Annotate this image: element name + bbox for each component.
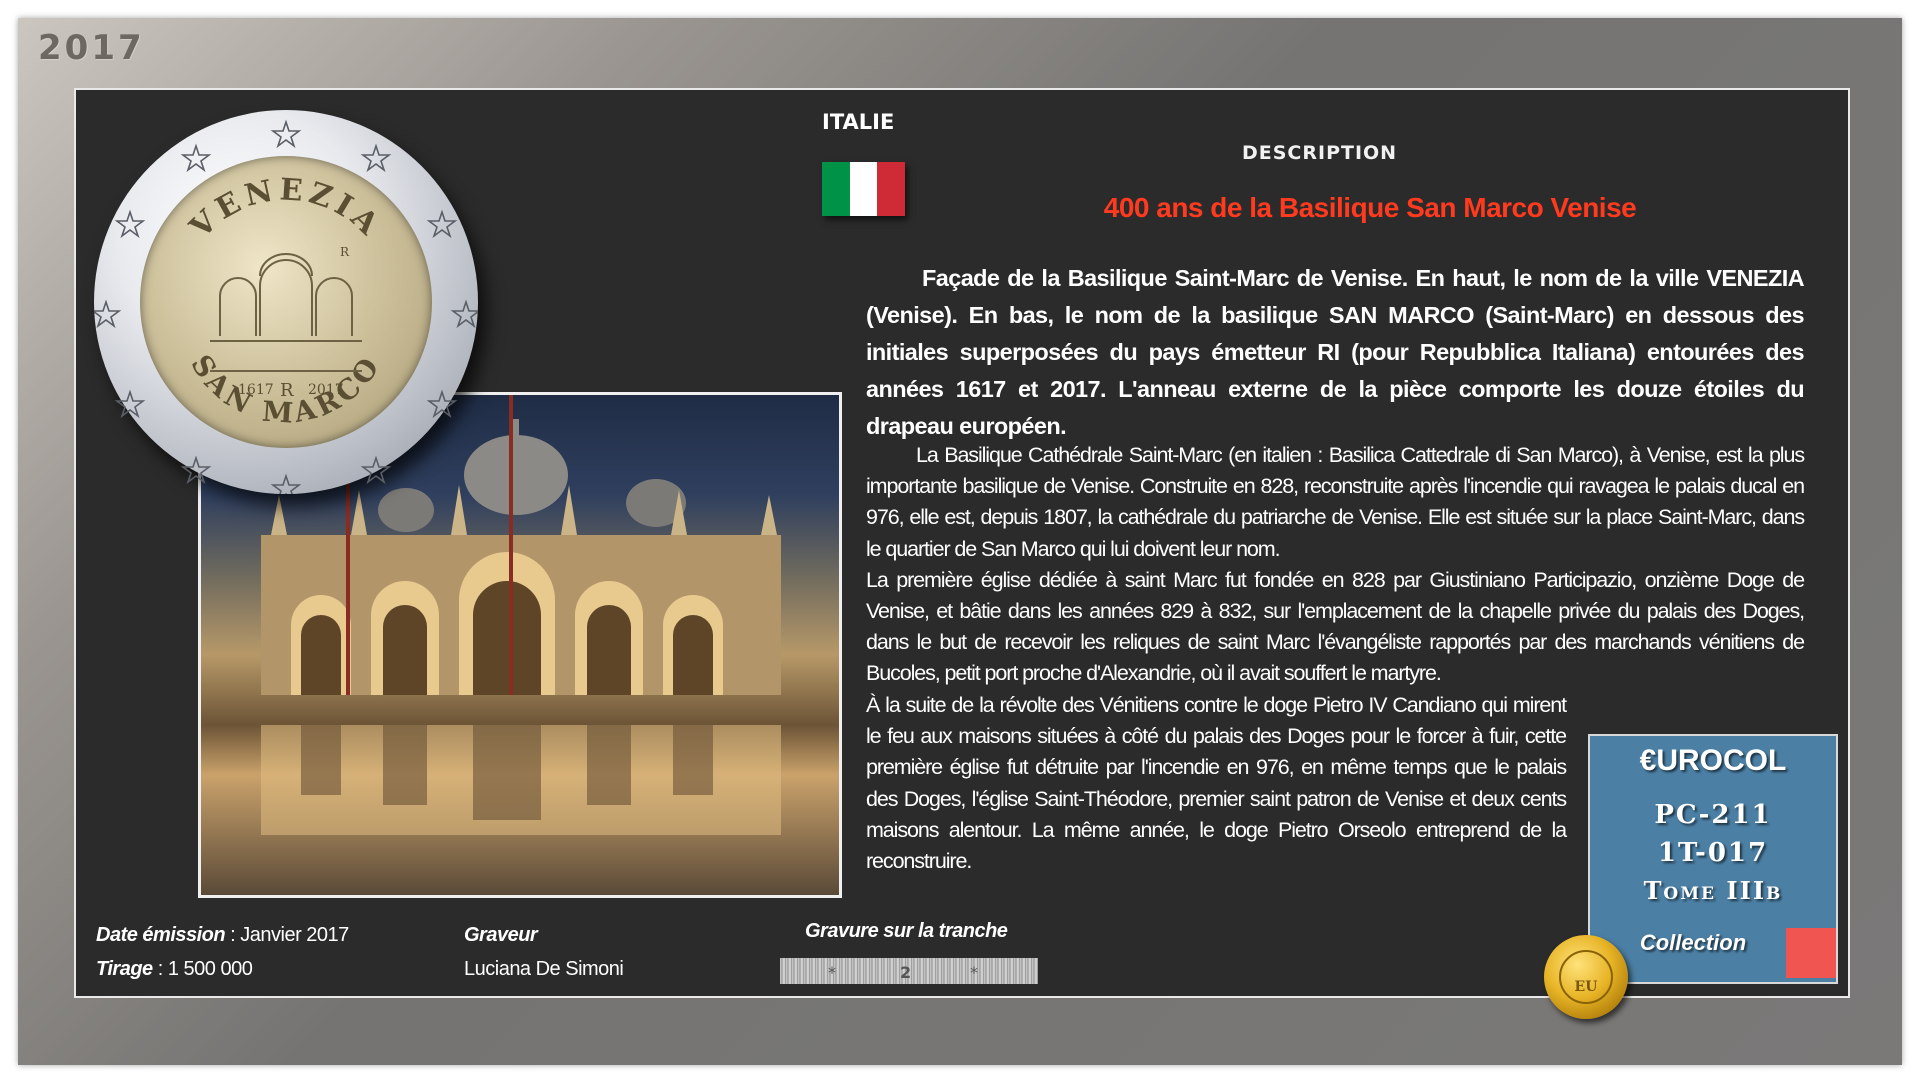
year-label: 2017 [38,28,145,68]
svg-text:2: 2 [900,963,911,982]
svg-text:VENEZIA: VENEZIA [183,172,389,246]
description-heading: DESCRIPTION [1242,142,1398,164]
coin-monogram: R [280,380,294,401]
date-label-text: Date émission [96,924,226,946]
coin-year-left: 1617 [238,382,274,398]
brand-label: €UROCOL [1639,744,1787,777]
coin-description: Façade de la Basilique Saint-Marc de Ven… [866,265,1805,439]
tirage-value: 1 500 000 [167,958,253,980]
date-label: Date émission : Janvier 2017 [96,924,349,946]
country-label: ITALIE [822,110,895,134]
coin-year-right: 2017 [308,382,344,398]
svg-text:*: * [828,963,836,982]
coin-center: VENEZIA SAN MARCO 1617 2017 R R [140,156,432,448]
edge-engraving-strip: * 2 * [780,958,1038,984]
euro-coin: VENEZIA SAN MARCO 1617 2017 R R [94,110,478,494]
coin-top-text: VENEZIA [183,172,384,246]
tome-label: Tome IIIb [1643,876,1783,905]
coin-mint-mark: R [340,245,350,259]
collection-marker [1786,928,1836,978]
wax-seal-icon: EU [1544,935,1628,1019]
seal-text: EU [1575,979,1598,995]
coin-engraving: VENEZIA SAN MARCO 1617 2017 R R [183,172,389,430]
svg-text:*: * [970,963,978,982]
code-1: PC-211 [1654,800,1772,830]
page-title: 400 ans de la Basilique San Marco Venise [1103,192,1637,223]
italy-flag [822,162,906,216]
graveur-value: Luciana De Simoni [464,958,624,980]
graveur-label: Graveur [464,924,538,946]
tirage-label-text: Tirage [96,958,153,980]
history-paragraph-2: La première église dédiée à saint Marc f… [866,567,1805,686]
tirage-label: Tirage : 1 500 000 [96,958,253,980]
tranche-label: Gravure sur la tranche [805,920,1008,942]
date-value: Janvier 2017 [240,924,349,946]
edge-stars-icon: * 2 * [828,963,978,982]
history-paragraph-3: À la suite de la révolte des Vénitiens c… [866,693,1567,874]
history-text: La Basilique Cathédrale Saint-Marc (en i… [866,440,1805,690]
code-2: 1T-017 [1657,838,1769,868]
history-paragraph-1: La Basilique Cathédrale Saint-Marc (en i… [866,443,1805,561]
seal-emblem: EU [1559,950,1613,1004]
